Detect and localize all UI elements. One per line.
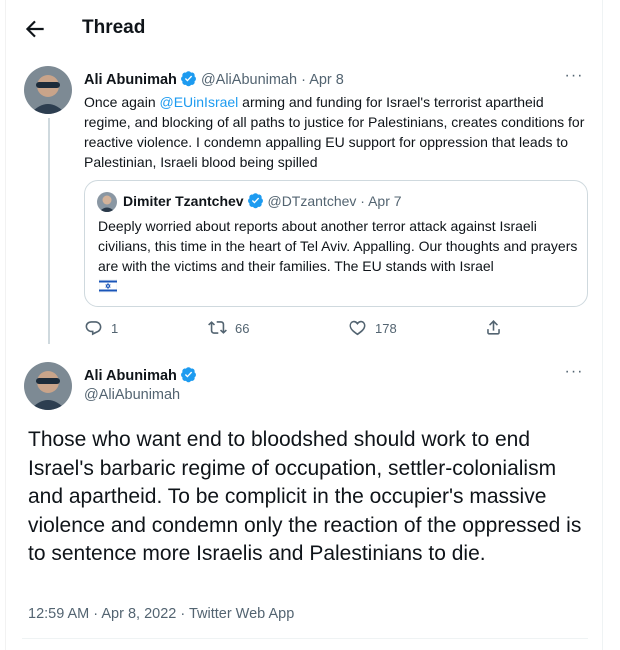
reply-count: 1	[111, 321, 119, 336]
tweet-date[interactable]: Apr 8	[309, 72, 344, 88]
author-name[interactable]: Ali Abunimah	[84, 72, 177, 88]
quoted-tweet-text: Deeply worried about reports about anoth…	[98, 218, 578, 274]
avatar[interactable]	[24, 362, 72, 410]
tweet-timestamp[interactable]: 12:59 AM · Apr 8, 2022 · Twitter Web App	[28, 606, 294, 622]
thread-connector-line	[48, 118, 50, 344]
author-handle[interactable]: @AliAbunimah	[84, 387, 180, 403]
tweet-header: Ali Abunimah @AliAbunimah · Apr 8	[84, 70, 344, 88]
quoted-author-name: Dimiter Tzantchev	[123, 193, 244, 209]
avatar-image	[24, 362, 72, 410]
like-button[interactable]: 178	[348, 318, 397, 340]
back-button[interactable]	[22, 16, 48, 42]
verified-badge-icon	[180, 70, 197, 87]
tweet-author-row: Ali Abunimah	[84, 366, 197, 384]
separator-dot: ·	[301, 72, 306, 88]
tweet-text-start: Once again	[84, 94, 160, 110]
verified-badge-icon	[180, 366, 197, 383]
more-options-button[interactable]: ···	[562, 67, 586, 90]
share-button[interactable]	[484, 318, 503, 340]
quoted-author-handle: @DTzantchev	[267, 193, 357, 209]
retweet-button[interactable]: 66	[208, 318, 249, 340]
retweet-count: 66	[235, 321, 250, 336]
separator-dot: ·	[360, 193, 365, 209]
like-count: 178	[375, 321, 397, 336]
author-name[interactable]: Ali Abunimah	[84, 368, 177, 384]
author-handle[interactable]: @AliAbunimah	[201, 72, 297, 88]
more-dots-icon: ···	[564, 363, 584, 380]
arrow-left-icon	[25, 20, 44, 38]
mention-link[interactable]: @EUinIsrael	[160, 94, 239, 110]
verified-badge-icon	[247, 192, 264, 209]
divider	[22, 638, 588, 639]
retweet-icon	[208, 321, 227, 334]
page-title: Thread	[82, 17, 146, 38]
thread-header: Thread	[6, 0, 604, 58]
main-tweet-text: Those who want end to bloodshed should w…	[28, 428, 582, 565]
heart-icon	[349, 320, 366, 336]
avatar-image	[24, 66, 72, 114]
share-icon	[487, 320, 500, 335]
more-options-button[interactable]: ···	[562, 363, 586, 386]
quoted-avatar	[97, 192, 117, 212]
reply-button[interactable]: 1	[84, 318, 118, 340]
quoted-tweet[interactable]: Dimiter Tzantchev @DTzantchev · Apr 7 De…	[84, 180, 588, 307]
quoted-tweet-date: Apr 7	[368, 193, 402, 209]
tweet-text: Once again @EUinIsrael arming and fundin…	[84, 92, 589, 172]
quoted-tweet-header: Dimiter Tzantchev @DTzantchev · Apr 7	[123, 192, 402, 209]
more-dots-icon: ···	[564, 67, 584, 84]
reply-icon	[85, 321, 102, 336]
israel-flag-icon	[99, 279, 117, 293]
avatar[interactable]	[24, 66, 72, 114]
thread-panel: Thread Ali Abunimah @AliAbunimah · Apr 8…	[5, 0, 603, 650]
